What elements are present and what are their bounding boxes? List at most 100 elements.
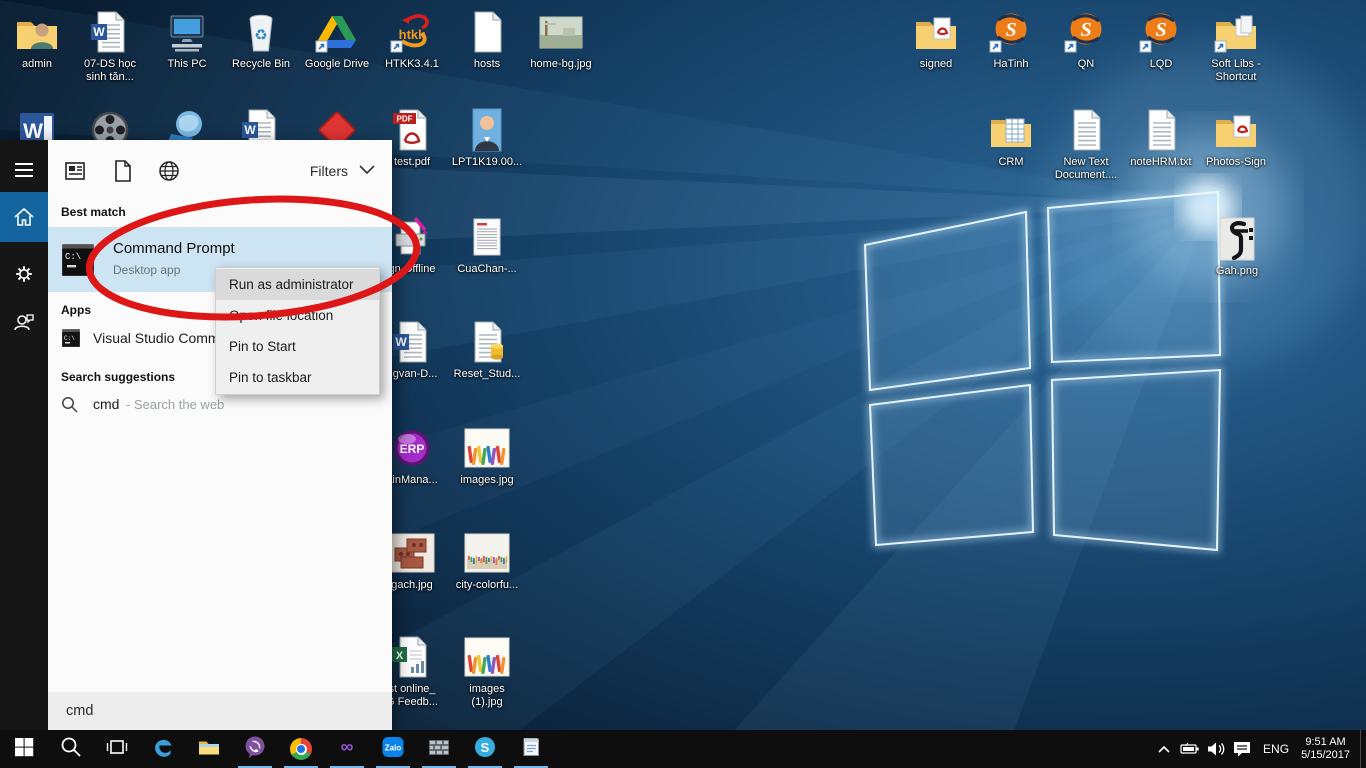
taskbar-zalo-button[interactable]: Zalo: [370, 730, 416, 768]
desktop-icon-label: hosts: [449, 58, 525, 71]
start-menu-rail: [0, 140, 48, 730]
context-pin-to-start[interactable]: Pin to Start: [216, 331, 379, 362]
desktop-icon-label: signed: [898, 58, 974, 71]
desktop-icon-signed[interactable]: signed: [898, 8, 974, 71]
zalo-icon: Zalo: [381, 735, 405, 764]
tray-action-center-button[interactable]: [1229, 730, 1255, 768]
desktop-icon-home-bg[interactable]: home-bg.jpg: [523, 8, 599, 71]
home-icon: [13, 206, 35, 228]
tray-battery-button[interactable]: [1177, 730, 1203, 768]
start-menu-body: Filters Best match C:\ Command Prompt De…: [48, 140, 392, 730]
desktop-icon-label: home-bg.jpg: [523, 58, 599, 71]
desktop-icon-label: Google Drive: [299, 58, 375, 71]
desktop-icon-city-colorful[interactable]: city-colorfu...: [449, 529, 525, 592]
rail-settings-button[interactable]: [0, 252, 48, 296]
svg-text:♻: ♻: [254, 27, 267, 44]
edge-icon: [151, 735, 175, 764]
desktop-icon-qn[interactable]: SQN: [1048, 8, 1124, 71]
desktop-icon-gah[interactable]: Gah.png: [1199, 215, 1275, 278]
this-pc-icon: [163, 8, 211, 56]
svg-text:PDF: PDF: [397, 115, 413, 124]
chevron-down-icon[interactable]: [358, 164, 376, 176]
task-view-icon: [105, 735, 129, 764]
desktop-icon-notehrm[interactable]: noteHRM.txt: [1123, 106, 1199, 169]
svg-text:W: W: [93, 25, 105, 39]
desktop-icon-crm[interactable]: CRM: [973, 106, 1049, 169]
desktop-icon-admin[interactable]: admin: [0, 8, 75, 71]
context-open-file-location[interactable]: Open file location: [216, 300, 379, 331]
filter-apps-button[interactable]: [62, 158, 88, 184]
section-search-suggestions: Search suggestions: [61, 370, 175, 384]
google-drive-icon: [313, 8, 361, 56]
tray-clock[interactable]: 9:51 AM 5/15/2017: [1297, 736, 1360, 762]
photo-pencils-icon: [463, 424, 511, 472]
context-menu: Run as administrator Open file location …: [215, 267, 380, 395]
desktop-icon-photos-sign[interactable]: Photos-Sign: [1198, 106, 1274, 169]
filter-web-button[interactable]: [156, 158, 182, 184]
filter-documents-button[interactable]: [110, 158, 136, 184]
desktop-icon-label: HaTinh: [973, 58, 1049, 71]
start-button[interactable]: [0, 730, 48, 768]
desktop-icon-recycle-bin[interactable]: ♻Recycle Bin: [223, 8, 299, 71]
visual-studio-icon: ∞: [335, 735, 359, 764]
battery-icon: [1180, 742, 1200, 756]
start-search-input[interactable]: [48, 692, 392, 730]
hamburger-menu-button[interactable]: [0, 148, 48, 192]
taskbar-task-view-button[interactable]: [94, 730, 140, 768]
filters-label[interactable]: Filters: [310, 163, 348, 179]
desktop-icon-htkk[interactable]: htkk HTKK3.4.1: [374, 8, 450, 71]
tray-chevron-up-button[interactable]: [1151, 730, 1177, 768]
taskbar-viber-button[interactable]: [232, 730, 278, 768]
svg-text:S: S: [1155, 19, 1166, 41]
search-icon: [59, 735, 83, 764]
rail-feedback-button[interactable]: [0, 300, 48, 344]
taskbar-notepad-button[interactable]: [508, 730, 554, 768]
folder-grid-icon: [987, 106, 1035, 154]
photo-home-icon: [537, 8, 585, 56]
taskbar-visual-studio-button[interactable]: ∞: [324, 730, 370, 768]
context-run-as-administrator[interactable]: Run as administrator: [216, 269, 379, 300]
desktop-icon-label: LPT1K19.00...: [449, 156, 525, 169]
desktop-icon-google-drive[interactable]: Google Drive: [299, 8, 375, 71]
desktop-icon-this-pc[interactable]: This PC: [149, 8, 225, 71]
word-doc-icon: W: [86, 8, 134, 56]
taskbar-file-explorer-button[interactable]: [186, 730, 232, 768]
desktop-icon-label: New Text Document....: [1048, 156, 1124, 182]
desktop-icon-label: LQD: [1123, 58, 1199, 71]
taskbar-chrome-button[interactable]: [278, 730, 324, 768]
desktop-icon-label: Gah.png: [1199, 265, 1275, 278]
desktop-icon-reset-stud[interactable]: Reset_Stud...: [449, 318, 525, 381]
desktop-icon-new-text-doc[interactable]: New Text Document....: [1048, 106, 1124, 182]
desktop-icon-label: CRM: [973, 156, 1049, 169]
desktop-icon-lqd[interactable]: S LQD: [1123, 8, 1199, 71]
context-pin-to-taskbar[interactable]: Pin to taskbar: [216, 362, 379, 393]
desktop-icon-hosts[interactable]: hosts: [449, 8, 525, 71]
desktop-icon-lpt1k19[interactable]: LPT1K19.00...: [449, 106, 525, 169]
desktop-icon-images-jpg[interactable]: images.jpg: [449, 424, 525, 487]
rail-home-button[interactable]: [0, 192, 48, 242]
text-file-icon: [1137, 106, 1185, 154]
svg-text:Zalo: Zalo: [385, 743, 402, 752]
speaker-icon: [1207, 741, 1226, 757]
svg-text:ERP: ERP: [400, 442, 425, 456]
desktop-icon-label: images.jpg: [449, 474, 525, 487]
tray-volume-button[interactable]: [1203, 730, 1229, 768]
show-desktop-button[interactable]: [1360, 730, 1366, 768]
desktop-icon-images-1[interactable]: images (1).jpg: [449, 633, 525, 709]
taskbar-skype-button[interactable]: S: [462, 730, 508, 768]
viber-icon: [243, 735, 267, 764]
desktop-icon-label: HTKK3.4.1: [374, 58, 450, 71]
svg-text:C:\: C:\: [64, 335, 75, 342]
htkk-icon: htkk: [388, 8, 436, 56]
desktop-icon-label: Photos-Sign: [1198, 156, 1274, 169]
taskbar-edge-button[interactable]: [140, 730, 186, 768]
photo-bricks-icon: [388, 529, 436, 577]
language-indicator[interactable]: ENG: [1255, 742, 1297, 756]
action-center-icon: [1233, 741, 1251, 757]
desktop-icon-hatinh[interactable]: SHaTinh: [973, 8, 1049, 71]
taskbar-firewall-button[interactable]: [416, 730, 462, 768]
taskbar-search-button[interactable]: [48, 730, 94, 768]
desktop-icon-cuachan[interactable]: CuaChan-...: [449, 213, 525, 276]
desktop-icon-ds-hoc-sinh[interactable]: W07-DS học sinh tăn...: [72, 8, 148, 84]
desktop-icon-soft-libs[interactable]: Soft Libs - Shortcut: [1198, 8, 1274, 84]
